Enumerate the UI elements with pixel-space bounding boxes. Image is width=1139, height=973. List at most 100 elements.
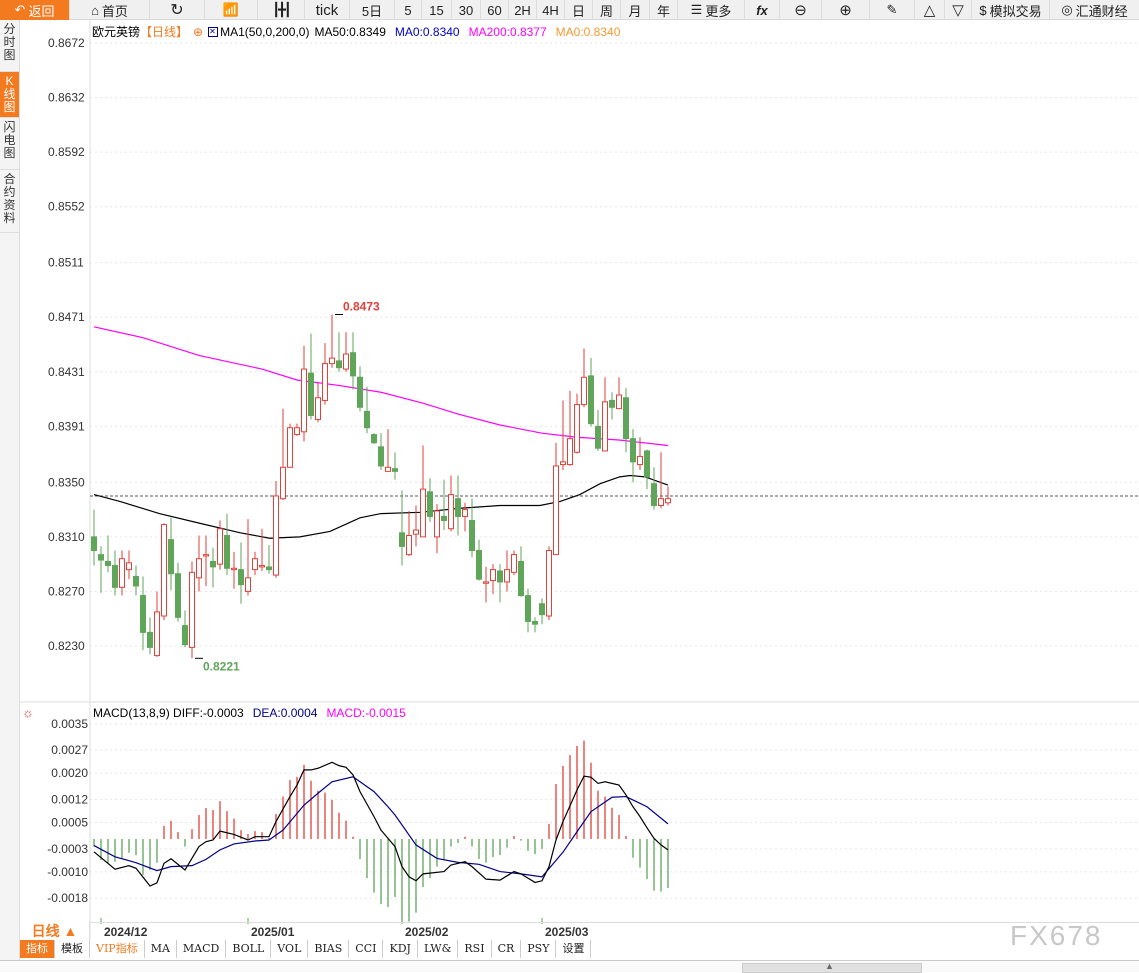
indicator-tab[interactable]: MACD bbox=[176, 940, 227, 958]
period-label: 【日线】 bbox=[140, 25, 189, 39]
candle-body bbox=[161, 524, 167, 617]
candle-body bbox=[532, 620, 538, 625]
candle-body bbox=[182, 625, 188, 646]
candle bbox=[224, 513, 230, 576]
candle-body bbox=[371, 434, 377, 444]
macd-legend: ☼ MACD(13,8,9) DIFF:-0.0003 DEA:0.0004 M… bbox=[22, 705, 406, 720]
candle bbox=[280, 408, 286, 501]
candle-body bbox=[406, 535, 412, 556]
candle bbox=[630, 429, 636, 483]
candle bbox=[126, 550, 132, 580]
symbol-name: 欧元英镑 bbox=[92, 25, 141, 39]
ma200-value: MA200:0.8377 bbox=[468, 24, 547, 39]
candle-body bbox=[238, 569, 244, 586]
x-axis-label: 2025/03 bbox=[545, 925, 589, 939]
candle-body bbox=[126, 562, 132, 571]
candle-body bbox=[336, 360, 342, 369]
candle-body bbox=[154, 611, 160, 657]
price-axis-label: 0.8471 bbox=[48, 310, 85, 324]
candle bbox=[189, 561, 195, 659]
candle-body bbox=[560, 461, 566, 466]
sun-settings-icon[interactable]: ☼ bbox=[22, 705, 88, 720]
candle bbox=[476, 539, 482, 581]
price-axis-label: 0.8270 bbox=[48, 584, 85, 598]
candle-body bbox=[413, 529, 419, 535]
candle-body bbox=[427, 491, 433, 517]
candle bbox=[357, 366, 363, 412]
macd-axis-label: 0.0020 bbox=[51, 766, 88, 780]
candle-body bbox=[658, 498, 664, 506]
price-axis-label: 0.8672 bbox=[48, 36, 85, 50]
macd-axis-label: -0.0003 bbox=[47, 842, 88, 856]
indicator-tab[interactable]: PSY bbox=[521, 940, 557, 958]
price-axis-label: 0.8391 bbox=[48, 419, 85, 433]
candle-body bbox=[399, 532, 405, 547]
indicator-tab[interactable]: BIAS bbox=[308, 940, 350, 958]
candle bbox=[644, 449, 650, 490]
candle bbox=[238, 542, 244, 604]
indicator-settings-icon[interactable]: ✕ bbox=[208, 26, 219, 37]
candle bbox=[658, 452, 664, 509]
chart-canvas[interactable]: 0.8672 0.8632 0.8592 0.8552 0.8511 0.8471 0.84… bbox=[0, 0, 1139, 972]
candle bbox=[483, 566, 489, 603]
candle bbox=[602, 377, 608, 452]
low-price-label: 0.8221 bbox=[203, 659, 240, 673]
candle bbox=[574, 393, 580, 454]
candle bbox=[378, 433, 384, 471]
indicator-tab[interactable]: 指标 bbox=[20, 940, 55, 958]
candle-body bbox=[630, 438, 636, 463]
candle-body bbox=[483, 581, 489, 584]
price-axis-label: 0.8511 bbox=[48, 256, 84, 270]
candle bbox=[294, 423, 300, 436]
candle-body bbox=[119, 558, 125, 588]
indicator-tab[interactable]: MA bbox=[144, 940, 177, 958]
price-axis-label: 0.8350 bbox=[48, 475, 85, 489]
candle bbox=[98, 546, 104, 593]
horizontal-scrollbar[interactable]: ▲ bbox=[0, 960, 1139, 973]
indicator-tab[interactable]: CR bbox=[491, 940, 522, 958]
price-axis-label: 0.8431 bbox=[48, 365, 85, 379]
candle-body bbox=[308, 372, 314, 416]
indicator-tab[interactable]: LW& bbox=[417, 940, 459, 958]
candle bbox=[546, 546, 552, 621]
candle bbox=[308, 333, 314, 420]
candle-body bbox=[112, 565, 118, 588]
candle bbox=[651, 467, 657, 510]
candle-body bbox=[175, 573, 181, 618]
indicator-tab[interactable]: VOL bbox=[271, 940, 309, 958]
candle bbox=[91, 509, 97, 566]
candle bbox=[140, 576, 146, 651]
indicator-tab[interactable]: KDJ bbox=[383, 940, 418, 958]
candle-body bbox=[189, 571, 195, 648]
candle bbox=[595, 409, 601, 451]
ma0-value-2: MA0:0.8340 bbox=[555, 24, 621, 39]
add-circle-icon[interactable]: ⊕ bbox=[193, 25, 203, 39]
candle bbox=[539, 598, 545, 625]
indicator-tab[interactable]: CCI bbox=[349, 940, 384, 958]
candle bbox=[343, 332, 349, 372]
candle-body bbox=[147, 631, 153, 648]
candle bbox=[532, 617, 538, 633]
candle bbox=[105, 535, 111, 573]
candle-body bbox=[609, 399, 615, 408]
candle bbox=[336, 332, 342, 372]
candle bbox=[511, 550, 517, 576]
indicator-tab[interactable]: RSI bbox=[458, 940, 492, 958]
candle-body bbox=[196, 558, 202, 579]
candle bbox=[623, 388, 629, 453]
candle bbox=[525, 588, 531, 633]
period-selector[interactable]: 日线 ▲ bbox=[20, 922, 90, 940]
indicator-tab[interactable]: 模板 bbox=[55, 940, 90, 958]
candle-body bbox=[574, 404, 580, 453]
candle-body bbox=[294, 427, 300, 436]
candle-body bbox=[357, 376, 363, 408]
candle bbox=[490, 564, 496, 595]
candle bbox=[434, 504, 440, 554]
indicator-tab[interactable]: VIP指标 bbox=[90, 940, 145, 958]
candle-body bbox=[588, 375, 594, 425]
candle-body bbox=[546, 550, 552, 617]
indicator-tab[interactable]: 设置 bbox=[556, 940, 592, 958]
indicator-tab[interactable]: BOLL bbox=[226, 940, 272, 958]
candle-body bbox=[273, 495, 279, 576]
candle bbox=[616, 377, 622, 410]
